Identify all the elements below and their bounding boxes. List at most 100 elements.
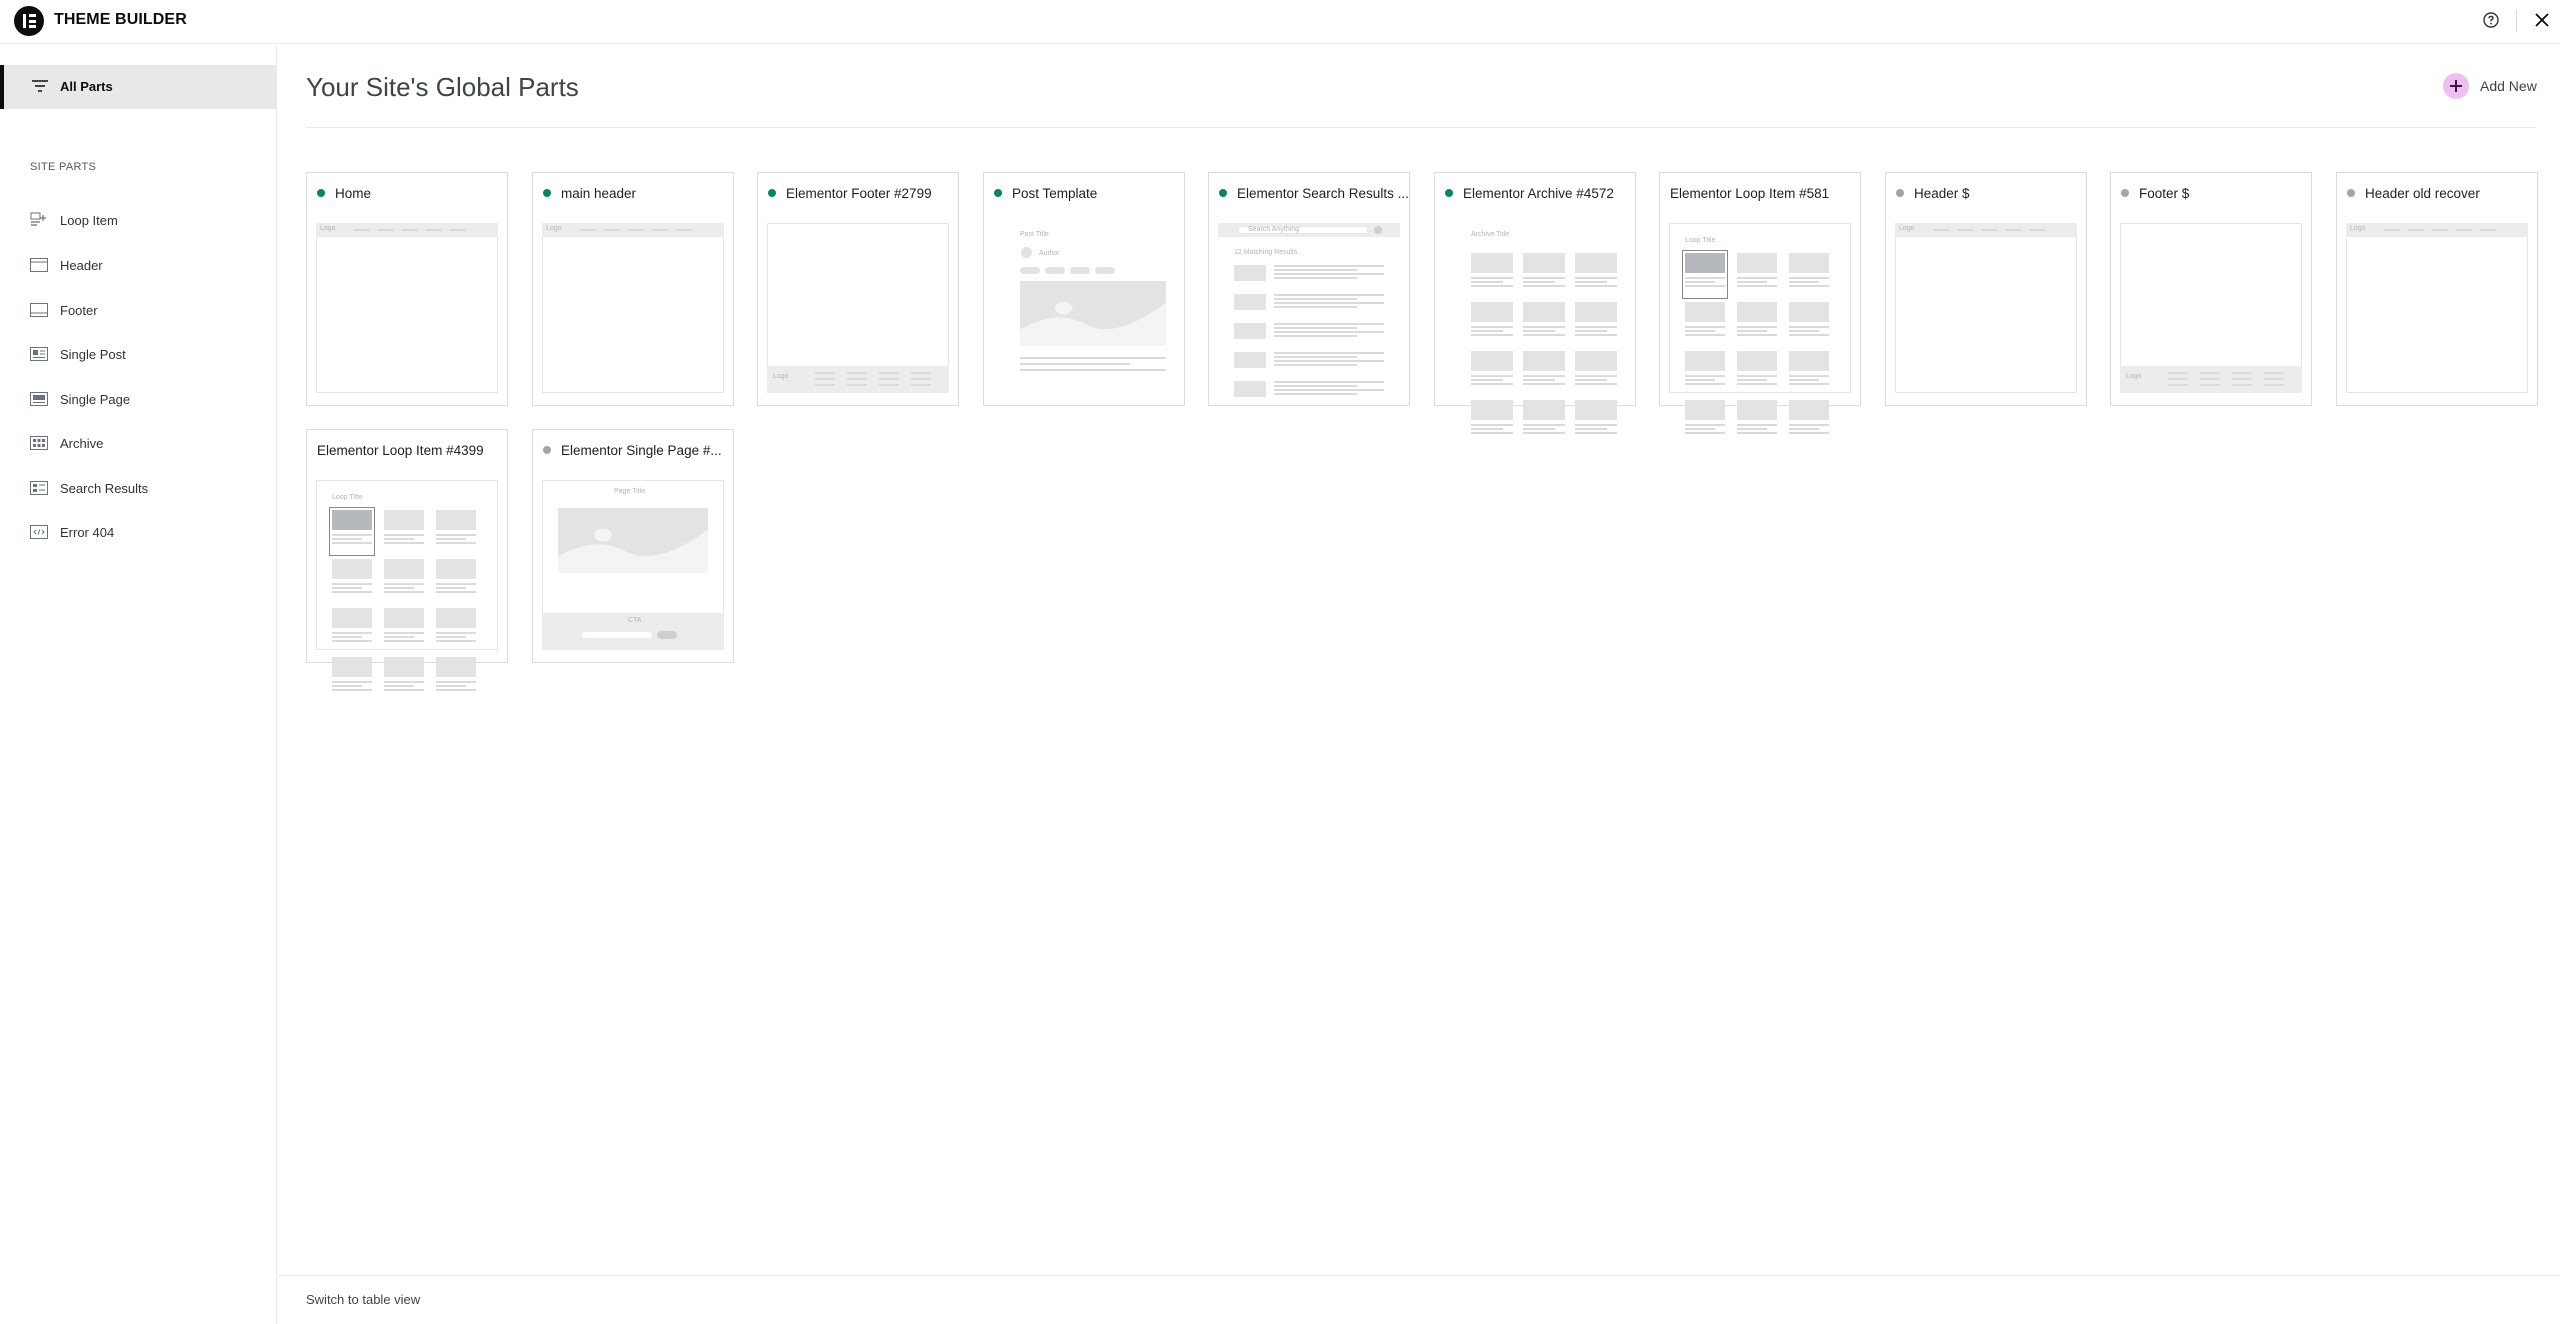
placeholder-line: [436, 681, 476, 683]
placeholder-line: [1789, 277, 1829, 279]
placeholder-line: [436, 685, 466, 687]
result-image-placeholder: [1234, 265, 1266, 281]
post-image-placeholder: [1523, 302, 1565, 322]
part-card[interactable]: Elementor Archive #4572 Archive Title: [1434, 172, 1636, 434]
plus-icon: [2443, 73, 2469, 99]
loop-image-placeholder: [1685, 351, 1725, 371]
sidebar-item-all-parts[interactable]: All Parts: [0, 65, 276, 109]
placeholder-line: [1789, 375, 1829, 377]
part-card-title: Footer $: [2139, 185, 2190, 201]
placeholder-line: [1789, 285, 1829, 287]
placeholder-line: [1685, 375, 1725, 377]
placeholder-line: [1274, 277, 1357, 279]
loop-image-placeholder: [1685, 253, 1725, 273]
placeholder-line: [1575, 383, 1617, 385]
logo-text: Logo: [2350, 225, 2366, 232]
loop-image-placeholder: [332, 559, 372, 579]
sidebar-item-single-post[interactable]: Single Post: [0, 339, 276, 369]
part-card-header: Elementor Search Results ...: [1209, 173, 1409, 213]
footer-link-placeholder: [815, 372, 835, 374]
sidebar-item-error-404[interactable]: Error 404: [0, 517, 276, 547]
nav-placeholder: [1933, 229, 1949, 231]
part-card-title: Elementor Loop Item #581: [1670, 185, 1830, 201]
logo-text: Logo: [2126, 373, 2142, 380]
part-card[interactable]: Footer $ Logo: [2110, 172, 2312, 406]
placeholder-line: [384, 689, 424, 691]
result-image-placeholder: [1234, 381, 1266, 397]
part-card-header: Elementor Loop Item #581: [1660, 173, 1860, 213]
part-card[interactable]: Home Logo: [306, 172, 508, 406]
post-image-placeholder: [1523, 253, 1565, 273]
placeholder-line: [1274, 294, 1384, 296]
part-card[interactable]: Post Template Post Title Author: [983, 172, 1185, 406]
part-card-title: main header: [561, 185, 637, 201]
part-card-header: Elementor Loop Item #4399: [307, 430, 507, 470]
loop-image-placeholder: [332, 608, 372, 628]
placeholder-line: [1685, 383, 1725, 385]
placeholder-line: [1471, 375, 1513, 377]
sidebar-item-single-page[interactable]: Single Page: [0, 384, 276, 414]
sidebar-item-loop-item[interactable]: Loop Item: [0, 205, 276, 235]
sidebar-item-label: Error 404: [60, 525, 115, 540]
placeholder-line: [384, 681, 424, 683]
placeholder-line: [332, 583, 372, 585]
placeholder-line: [1737, 285, 1777, 287]
placeholder-line: [1685, 379, 1715, 381]
placeholder-line: [1471, 424, 1513, 426]
status-dot: [994, 189, 1002, 197]
placeholder-line: [436, 587, 466, 589]
status-dot: [543, 446, 551, 454]
part-card[interactable]: Elementor Footer #2799 Logo: [757, 172, 959, 406]
thumb-frame: [2346, 223, 2528, 393]
help-icon[interactable]: [2481, 10, 2501, 30]
placeholder-line: [332, 591, 372, 593]
loop-image-placeholder: [1685, 302, 1725, 322]
switch-to-table-view-link[interactable]: Switch to table view: [306, 1292, 420, 1307]
nav-placeholder: [1957, 229, 1973, 231]
placeholder-line: [1685, 428, 1715, 430]
part-card[interactable]: Header old recover Logo: [2336, 172, 2538, 406]
loop-image-placeholder: [1685, 400, 1725, 420]
logo-text: Logo: [320, 225, 336, 232]
part-card-thumbnail: Logo: [2120, 223, 2302, 397]
placeholder-line: [1274, 352, 1384, 354]
placeholder-line: [1523, 334, 1565, 336]
sidebar-item-label: Header: [60, 258, 103, 273]
tag-placeholder: [1045, 267, 1065, 274]
part-card[interactable]: Elementor Loop Item #581 Loop Title: [1659, 172, 1861, 434]
page-title: Your Site's Global Parts: [306, 72, 579, 102]
logo-text: Logo: [773, 373, 789, 380]
sidebar-item-footer[interactable]: Footer: [0, 295, 276, 325]
nav-placeholder: [628, 229, 644, 231]
part-card[interactable]: Header $ Logo: [1885, 172, 2087, 406]
sidebar-item-archive[interactable]: Archive: [0, 428, 276, 458]
sidebar-item-label: Search Results: [60, 481, 149, 496]
close-icon[interactable]: [2530, 8, 2554, 32]
placeholder-line: [436, 542, 476, 544]
post-image-placeholder: [1523, 351, 1565, 371]
placeholder-line: [1274, 265, 1384, 267]
part-card[interactable]: Elementor Single Page #... Page Title CTA: [532, 429, 734, 663]
placeholder-line: [1789, 432, 1829, 434]
placeholder-line: [1274, 393, 1357, 395]
part-card-header: Footer $: [2111, 173, 2311, 213]
image-placeholder-icon: [558, 508, 708, 573]
placeholder-line: [1523, 285, 1565, 287]
footer-link-placeholder: [2264, 378, 2284, 380]
placeholder-line: [436, 636, 466, 638]
part-card[interactable]: Elementor Loop Item #4399 Loop Title: [306, 429, 508, 691]
result-image-placeholder: [1234, 352, 1266, 368]
sidebar-item-label: Archive: [60, 436, 104, 451]
add-new-button[interactable]: Add New: [2443, 73, 2537, 99]
part-card[interactable]: Elementor Search Results ... Search Anyth…: [1208, 172, 1410, 406]
placeholder-line: [1737, 424, 1777, 426]
sidebar-item-header[interactable]: Header: [0, 250, 276, 280]
placeholder-line: [1575, 281, 1607, 283]
part-card-header: Header $: [1886, 173, 2086, 213]
part-card-title: Elementor Search Results ...: [1237, 185, 1409, 201]
part-card[interactable]: main header Logo: [532, 172, 734, 406]
placeholder-line: [436, 538, 466, 540]
loop-image-placeholder: [1737, 302, 1777, 322]
placeholder-line: [1737, 428, 1767, 430]
sidebar-item-search-results[interactable]: Search Results: [0, 473, 276, 503]
